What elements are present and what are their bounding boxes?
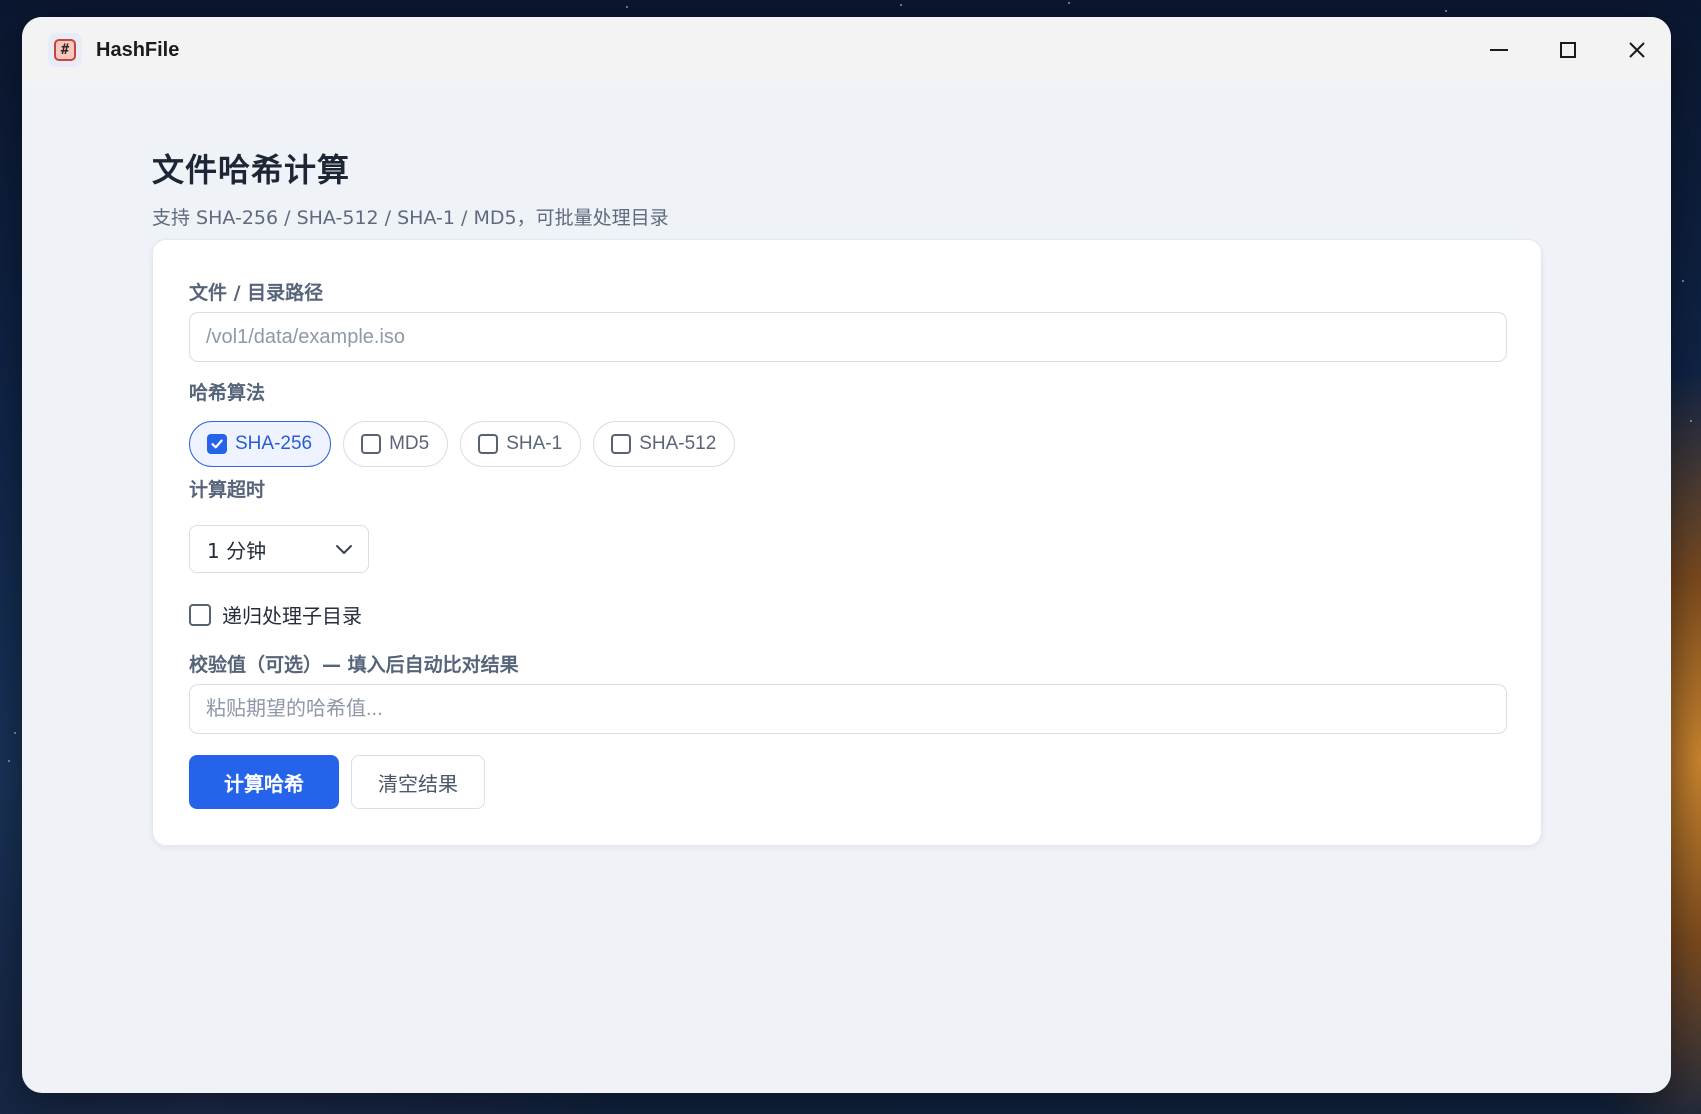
clear-results-button[interactable]: 清空结果	[351, 755, 485, 809]
window-controls	[1464, 17, 1671, 83]
app-icon-glyph: #	[54, 39, 76, 61]
star	[1068, 2, 1070, 4]
algorithm-option-md5[interactable]: MD5	[343, 421, 449, 467]
algorithm-option-sha1[interactable]: SHA-1	[460, 421, 582, 467]
page-title: 文件哈希计算	[152, 151, 351, 189]
hash-form-card: 文件 / 目录路径 哈希算法 SHA-256 MD5 SHA-1	[152, 239, 1542, 846]
algorithm-option-sha512[interactable]: SHA-512	[593, 421, 736, 467]
star	[626, 6, 628, 8]
app-window: # HashFile 文件哈希计算 支持 SHA-256 / SHA-512 /…	[22, 17, 1671, 1093]
page-subtitle: 支持 SHA-256 / SHA-512 / SHA-1 / MD5，可批量处理…	[152, 207, 669, 229]
star	[1682, 280, 1684, 282]
checkbox-icon	[189, 603, 211, 626]
close-button[interactable]	[1602, 17, 1671, 83]
algorithm-option-label: SHA-512	[639, 433, 717, 454]
recursive-label: 递归处理子目录	[222, 604, 362, 628]
star	[1445, 10, 1447, 12]
star	[1690, 420, 1692, 422]
timeout-selected-value: 1 分钟	[207, 538, 267, 563]
minimize-button[interactable]	[1464, 17, 1533, 83]
checkbox-checked-icon	[207, 434, 227, 454]
checkbox-icon	[611, 434, 632, 454]
compute-hash-button[interactable]: 计算哈希	[189, 755, 339, 809]
title-bar[interactable]: # HashFile	[22, 17, 1671, 83]
checksum-input[interactable]	[189, 684, 1507, 734]
action-buttons: 计算哈希 清空结果	[189, 755, 485, 809]
path-label: 文件 / 目录路径	[189, 282, 324, 304]
close-icon	[1628, 42, 1645, 58]
checkbox-icon	[478, 434, 499, 454]
star	[900, 4, 902, 6]
star	[14, 732, 16, 734]
algorithm-option-label: SHA-1	[506, 433, 563, 454]
hash-icon: #	[48, 33, 82, 67]
algorithm-option-label: MD5	[389, 433, 430, 454]
chevron-down-icon	[336, 545, 352, 554]
app-title: HashFile	[96, 38, 180, 61]
maximize-button[interactable]	[1533, 17, 1602, 83]
path-input[interactable]	[189, 312, 1507, 362]
checkbox-icon	[361, 434, 382, 454]
algorithm-label: 哈希算法	[189, 382, 266, 404]
algorithm-option-label: SHA-256	[235, 433, 313, 454]
minimize-icon	[1489, 49, 1508, 51]
checksum-label: 校验值（可选）— 填入后自动比对结果	[189, 654, 519, 676]
recursive-checkbox[interactable]: 递归处理子目录	[189, 600, 362, 629]
main-content: 文件哈希计算 支持 SHA-256 / SHA-512 / SHA-1 / MD…	[152, 83, 1542, 846]
timeout-label: 计算超时	[189, 479, 266, 501]
maximize-icon	[1559, 42, 1576, 58]
star	[8, 760, 10, 762]
algorithm-option-sha256[interactable]: SHA-256	[189, 421, 332, 467]
algorithm-options: SHA-256 MD5 SHA-1 SHA-512	[189, 421, 736, 467]
timeout-select[interactable]: 1 分钟	[189, 525, 369, 573]
